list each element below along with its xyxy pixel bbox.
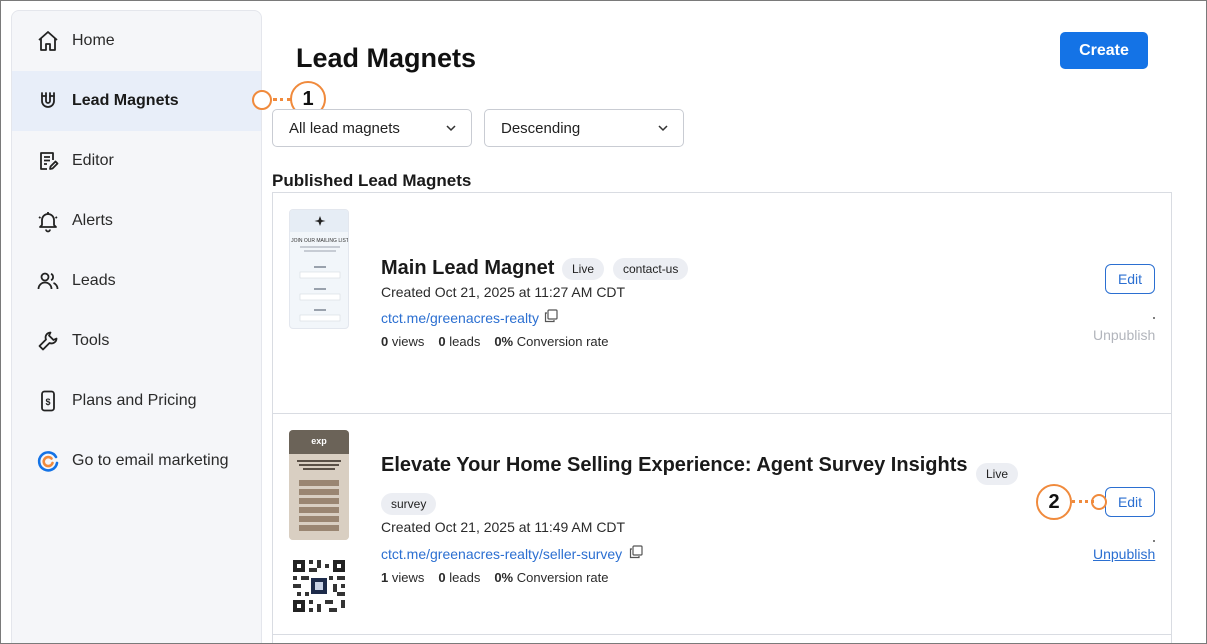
app-window: Home Lead Magnets Editor Alerts Leads To… — [0, 0, 1207, 644]
views-count: 1 — [381, 570, 389, 585]
copy-icon[interactable] — [544, 309, 558, 323]
sidebar-item-label: Tools — [72, 332, 110, 349]
unpublish-link[interactable]: Unpublish — [1093, 327, 1155, 343]
chevron-down-icon — [446, 125, 456, 132]
copy-icon[interactable] — [629, 545, 643, 559]
sidebar-item-leads[interactable]: Leads — [12, 251, 261, 311]
sidebar-item-label: Plans and Pricing — [72, 392, 197, 409]
status-badge: Live — [562, 258, 605, 280]
conversion-rate-value: 0% — [494, 334, 514, 349]
section-title: Published Lead Magnets — [272, 171, 472, 190]
leads-count: 0 — [438, 334, 446, 349]
lead-magnet-card: JOIN OUR MAILING LIST Main Lead Magnet L… — [273, 193, 1171, 414]
sidebar-item-home[interactable]: Home — [12, 11, 261, 71]
lead-magnet-stats: 1 views 0 leads 0% Conversion rate — [381, 570, 609, 585]
bell-icon — [36, 209, 60, 233]
leads-label: leads — [449, 334, 481, 349]
editor-icon — [36, 149, 60, 173]
separator-dot — [1153, 317, 1155, 319]
lead-magnet-thumbnail[interactable]: exp — [289, 430, 349, 540]
views-label: views — [391, 570, 425, 585]
sidebar-item-label: Editor — [72, 152, 114, 169]
sidebar-item-label: Lead Magnets — [72, 92, 179, 109]
lead-magnet-card: exp Elevate Your Home Selling Experience… — [273, 414, 1171, 635]
conversion-rate-value: 0% — [494, 570, 514, 585]
chevron-down-icon — [658, 125, 668, 132]
sidebar-item-label: Leads — [72, 272, 116, 289]
views-label: views — [391, 334, 425, 349]
callout-1-anchor — [252, 90, 272, 110]
sidebar-item-plans-and-pricing[interactable]: $ Plans and Pricing — [12, 371, 261, 431]
lead-magnet-title[interactable]: Elevate Your Home Selling Experience: Ag… — [381, 454, 967, 477]
home-icon — [36, 29, 60, 53]
conversion-rate-label: Conversion rate — [516, 570, 609, 585]
lead-magnet-url[interactable]: ctct.me/greenacres-realty/seller-survey — [381, 546, 622, 562]
status-badge: Live — [976, 463, 1019, 485]
sidebar-item-label: Alerts — [72, 212, 113, 229]
wrench-icon — [36, 329, 60, 353]
sidebar-item-alerts[interactable]: Alerts — [12, 191, 261, 251]
separator-dot — [1153, 540, 1155, 542]
lead-magnet-type-value: All lead magnets — [289, 119, 400, 137]
type-tag: contact-us — [613, 258, 689, 280]
edit-button[interactable]: Edit — [1105, 487, 1155, 517]
lead-magnet-list: JOIN OUR MAILING LIST Main Lead Magnet L… — [272, 192, 1172, 643]
callout-1-connector — [273, 98, 291, 101]
magnet-icon — [36, 89, 60, 113]
lead-magnet-type-select[interactable]: All lead magnets — [272, 109, 472, 147]
sort-order-value: Descending — [501, 119, 581, 137]
callout-2-anchor — [1091, 494, 1107, 510]
created-date: Created Oct 21, 2025 at 11:49 AM CDT — [381, 519, 626, 535]
lead-magnet-title[interactable]: Main Lead Magnet — [381, 257, 554, 280]
form-preview-graphic: JOIN OUR MAILING LIST — [290, 210, 349, 322]
sort-order-select[interactable]: Descending — [484, 109, 684, 147]
lead-magnet-url[interactable]: ctct.me/greenacres-realty — [381, 310, 539, 326]
page-title: Lead Magnets — [296, 43, 477, 73]
sidebar-item-editor[interactable]: Editor — [12, 131, 261, 191]
lead-magnet-thumbnail[interactable]: JOIN OUR MAILING LIST — [289, 209, 349, 329]
lead-magnet-stats: 0 views 0 leads 0% Conversion rate — [381, 334, 609, 349]
unpublish-link[interactable]: Unpublish — [1093, 546, 1155, 562]
svg-text:$: $ — [45, 397, 50, 407]
thumbnail-brand: exp — [311, 436, 327, 446]
sidebar-item-label: Go to email marketing — [72, 452, 229, 469]
sidebar-item-go-to-email-marketing[interactable]: Go to email marketing — [12, 431, 261, 491]
leads-label: leads — [449, 570, 481, 585]
survey-preview-graphic: exp — [289, 430, 349, 540]
thumbnail-heading: JOIN OUR MAILING LIST — [291, 238, 349, 244]
views-count: 0 — [381, 334, 389, 349]
users-icon — [36, 269, 60, 293]
qr-code-icon[interactable] — [293, 560, 345, 612]
leads-count: 0 — [438, 570, 446, 585]
sidebar-item-tools[interactable]: Tools — [12, 311, 261, 371]
conversion-rate-label: Conversion rate — [516, 334, 609, 349]
type-tag: survey — [381, 493, 437, 515]
sidebar-item-lead-magnets[interactable]: Lead Magnets — [12, 71, 261, 131]
create-button[interactable]: Create — [1060, 32, 1148, 69]
edit-button[interactable]: Edit — [1105, 264, 1155, 294]
pricing-icon: $ — [36, 389, 60, 413]
created-date: Created Oct 21, 2025 at 11:27 AM CDT — [381, 284, 626, 300]
constant-contact-logo-icon — [36, 449, 60, 473]
callout-2-badge: 2 — [1036, 484, 1072, 520]
sidebar-item-label: Home — [72, 32, 115, 49]
sidebar: Home Lead Magnets Editor Alerts Leads To… — [11, 10, 262, 643]
